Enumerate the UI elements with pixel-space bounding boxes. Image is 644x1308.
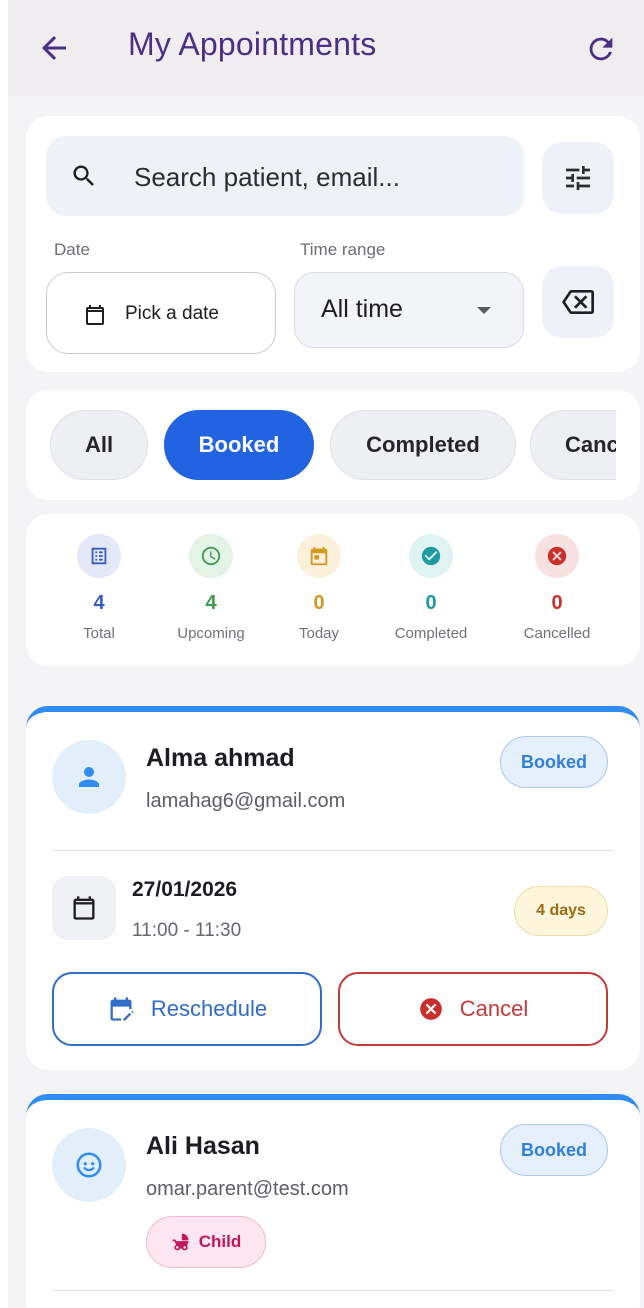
- appointment-card[interactable]: Alma ahmad lamahag6@gmail.com Booked 27/…: [26, 706, 640, 1070]
- child-tag-label: Child: [198, 1232, 242, 1251]
- divider: [52, 1290, 614, 1291]
- divider: [52, 850, 614, 851]
- pick-date-label: Pick a date: [125, 303, 219, 324]
- stat-upcoming: 4 Upcoming: [156, 534, 266, 642]
- chip-booked[interactable]: Booked: [164, 410, 314, 480]
- reschedule-button[interactable]: Reschedule: [52, 972, 322, 1046]
- check-circle-icon: [409, 534, 453, 578]
- appointment-card[interactable]: Ali Hasan omar.parent@test.com Booked Ch…: [26, 1094, 640, 1308]
- calendar-icon-box: [52, 876, 116, 940]
- patient-email: lamahag6@gmail.com: [146, 790, 346, 812]
- filter-options-button[interactable]: [542, 142, 614, 214]
- person-icon: [79, 767, 99, 787]
- cancel-circle-icon: [535, 534, 579, 578]
- clock-icon: [189, 534, 233, 578]
- search-icon: [73, 165, 94, 186]
- stat-cancelled: 0 Cancelled: [502, 534, 612, 642]
- stat-today: 0 Today: [264, 534, 374, 642]
- chip-cancelled[interactable]: Canc: [530, 410, 616, 480]
- chips-scroller: All Booked Completed Canc: [26, 390, 616, 500]
- search-input[interactable]: Search patient, email...: [46, 136, 524, 216]
- stat-cancelled-label: Cancelled: [523, 625, 591, 642]
- chip-completed[interactable]: Completed: [330, 410, 516, 480]
- cancel-circle-icon: [419, 998, 442, 1020]
- filter-card: Search patient, email... Date Time range…: [26, 116, 640, 372]
- calendar-today-icon: [297, 534, 341, 578]
- cancel-button[interactable]: Cancel: [338, 972, 608, 1046]
- appointment-date: 27/01/2026: [132, 878, 238, 901]
- refresh-icon[interactable]: [584, 32, 618, 66]
- calendar-icon: [86, 305, 104, 325]
- tune-icon: [566, 166, 590, 190]
- appointment-time: 11:00 - 11:30: [132, 920, 242, 941]
- stats-card: 4 Total 4 Upcoming 0 Today 0 Completed 0…: [26, 514, 640, 666]
- page-title: My Appointments: [128, 26, 377, 62]
- chevron-down-icon: [477, 307, 491, 314]
- stat-total-label: Total: [83, 625, 115, 642]
- time-range-label: Time range: [300, 240, 386, 259]
- calendar-icon: [73, 896, 95, 920]
- stat-today-label: Today: [298, 625, 340, 642]
- stat-completed-label: Completed: [394, 625, 468, 642]
- list-icon: [77, 534, 121, 578]
- stat-cancelled-value: 0: [551, 592, 563, 614]
- chip-all[interactable]: All: [50, 410, 148, 480]
- edit-calendar-icon: [110, 997, 134, 1021]
- status-badge: Booked: [500, 736, 608, 788]
- stat-completed-value: 0: [425, 592, 437, 614]
- app-bar: My Appointments: [8, 0, 644, 96]
- status-chips-card: All Booked Completed Canc: [26, 390, 640, 500]
- time-range-value: All time: [321, 295, 403, 323]
- search-placeholder: Search patient, email...: [134, 162, 400, 192]
- cancel-label: Cancel: [459, 996, 529, 1021]
- avatar: [52, 1128, 126, 1202]
- reschedule-label: Reschedule: [150, 996, 268, 1021]
- stat-upcoming-label: Upcoming: [177, 625, 245, 642]
- patient-name: Alma ahmad: [146, 744, 295, 772]
- stat-total: 4 Total: [44, 534, 154, 642]
- stat-upcoming-value: 4: [205, 592, 217, 614]
- stroller-icon: [172, 1233, 189, 1251]
- pick-date-button[interactable]: Pick a date: [46, 272, 276, 354]
- patient-name: Ali Hasan: [146, 1132, 260, 1160]
- backspace-icon: [562, 290, 594, 314]
- avatar: [52, 740, 126, 814]
- screen: My Appointments Search patient, email...…: [8, 0, 644, 1308]
- date-label: Date: [54, 240, 90, 259]
- child-tag: Child: [146, 1216, 266, 1268]
- status-badge: Booked: [500, 1124, 608, 1176]
- patient-email: omar.parent@test.com: [146, 1178, 349, 1200]
- stat-total-value: 4: [93, 592, 105, 614]
- stat-completed: 0 Completed: [376, 534, 486, 642]
- countdown-badge: 4 days: [514, 886, 608, 936]
- stat-today-value: 0: [313, 592, 325, 614]
- clear-filters-button[interactable]: [542, 266, 614, 338]
- child-face-icon: [76, 1152, 102, 1178]
- arrow-left-icon[interactable]: [36, 30, 72, 66]
- time-range-select[interactable]: All time: [294, 272, 524, 348]
